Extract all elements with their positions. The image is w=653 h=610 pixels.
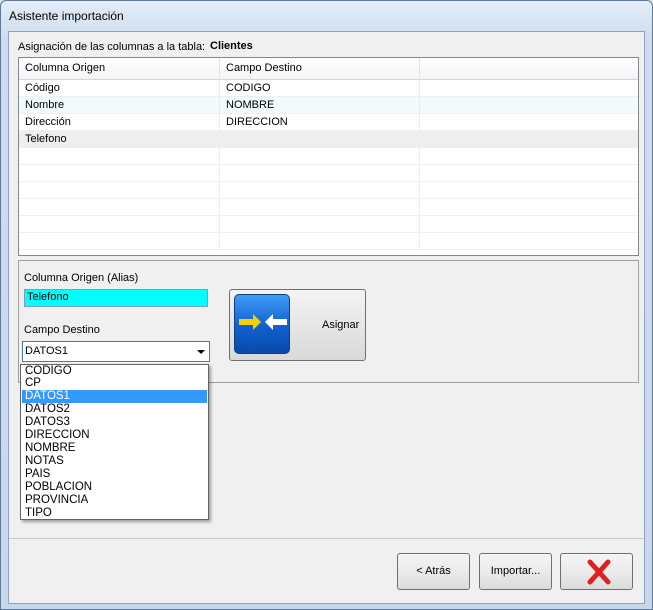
back-button[interactable]: < Atrás [397, 553, 470, 590]
import-button[interactable]: Importar... [479, 553, 552, 590]
dropdown-option[interactable]: CP [22, 377, 207, 390]
assignment-label: Asignación de las columnas a la tabla: [18, 41, 206, 53]
assignment-table-name: Clientes [210, 40, 253, 52]
chevron-down-icon[interactable] [197, 350, 205, 354]
grid-header: Columna Origen Campo Destino [19, 58, 638, 80]
empty-row [19, 199, 638, 216]
campo-destino-select[interactable]: DATOS1 [22, 341, 210, 362]
assign-button[interactable]: Asignar [229, 289, 366, 361]
assign-button-label: Asignar [322, 319, 360, 331]
cell-origin: Telefono [19, 131, 220, 148]
alias-field[interactable]: Telefono [24, 289, 208, 307]
header-campo-destino[interactable]: Campo Destino [220, 58, 420, 80]
dropdown-option[interactable]: NOTAS [22, 455, 207, 468]
cell-origin: Código [19, 80, 220, 97]
empty-row [19, 148, 638, 165]
dropdown-option[interactable]: TIPO [22, 507, 207, 520]
dropdown-option-highlighted[interactable]: DATOS1 [22, 390, 207, 403]
cell-dest [220, 131, 420, 148]
dropdown-option[interactable]: DIRECCION [22, 429, 207, 442]
window-title: Asistente importación [9, 9, 124, 23]
table-row-selected[interactable]: Telefono [19, 131, 638, 148]
dropdown-option[interactable]: DATOS2 [22, 403, 207, 416]
table-row[interactable]: Código CODIGO [19, 80, 638, 97]
empty-row [19, 233, 638, 250]
cell-dest: NOMBRE [220, 97, 420, 114]
close-icon [587, 559, 611, 600]
assign-arrows-icon [234, 294, 290, 354]
footer-divider [9, 538, 644, 539]
table-row[interactable]: Dirección DIRECCION [19, 114, 638, 131]
dropdown-option[interactable]: PAIS [22, 468, 207, 481]
dest-label: Campo Destino [24, 324, 100, 336]
dropdown-option[interactable]: NOMBRE [22, 442, 207, 455]
cell-origin: Nombre [19, 97, 220, 114]
empty-row [19, 165, 638, 182]
header-empty [420, 58, 638, 80]
dropdown-option[interactable]: POBLACION [22, 481, 207, 494]
column-mapping-grid[interactable]: Columna Origen Campo Destino Código CODI… [18, 57, 639, 256]
campo-destino-dropdown-list[interactable]: CODIGO CP DATOS1 DATOS2 DATOS3 DIRECCION… [20, 364, 209, 520]
import-wizard-window: Asistente importación Asignación de las … [0, 0, 653, 610]
cell-dest: CODIGO [220, 80, 420, 97]
dropdown-option[interactable]: DATOS3 [22, 416, 207, 429]
header-columna-origen[interactable]: Columna Origen [19, 58, 220, 80]
table-row[interactable]: Nombre NOMBRE [19, 97, 638, 114]
cancel-button[interactable] [560, 553, 633, 590]
alias-label: Columna Origen (Alias) [24, 272, 139, 284]
cell-origin: Dirección [19, 114, 220, 131]
combo-selected-value: DATOS1 [25, 345, 68, 357]
empty-row [19, 182, 638, 199]
dropdown-option[interactable]: PROVINCIA [22, 494, 207, 507]
cell-dest: DIRECCION [220, 114, 420, 131]
empty-row [19, 216, 638, 233]
